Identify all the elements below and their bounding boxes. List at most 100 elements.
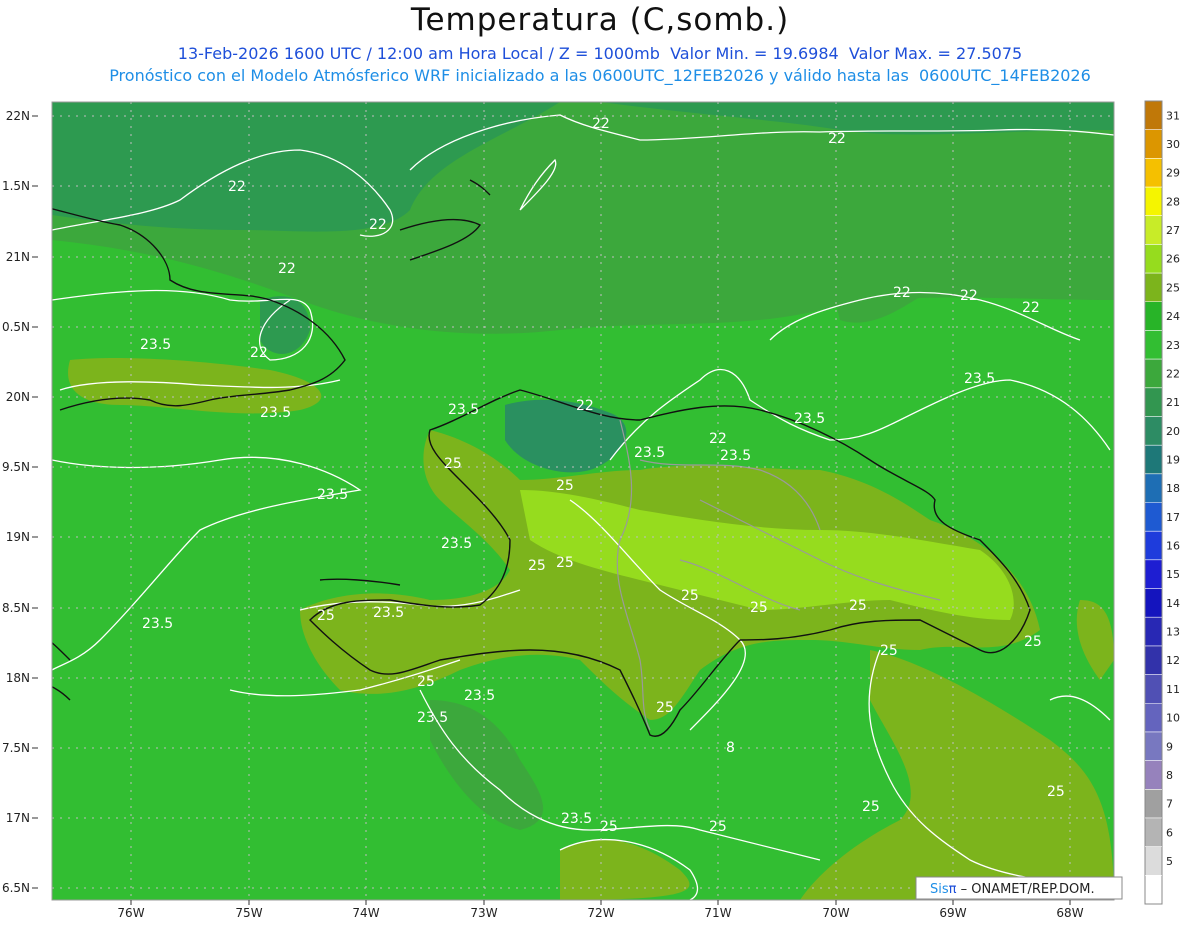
lat-label: 20N: [6, 390, 30, 404]
lat-label: 7.5N: [2, 741, 30, 755]
colorbar-label: 5: [1166, 855, 1173, 868]
colorbar-label: 23: [1166, 339, 1180, 352]
contour-label: 25: [1024, 634, 1042, 650]
contour-label: 22: [709, 431, 727, 447]
colorbar-swatch: [1145, 129, 1162, 159]
contour-label: 23.5: [441, 536, 472, 552]
contour-label: 22: [250, 345, 268, 361]
contour-label: 23.5: [561, 811, 592, 827]
contour-label: 23.5: [140, 337, 171, 353]
lat-label: 17N: [6, 811, 30, 825]
contour-label: 25: [417, 674, 435, 690]
contour-label: 25: [556, 555, 574, 571]
lon-label: 74W: [352, 906, 379, 920]
contour-label: 25: [528, 558, 546, 574]
contour-label: 25: [444, 456, 462, 472]
lat-label: 0.5N: [2, 320, 30, 334]
contour-label: 23.5: [142, 616, 173, 632]
colorbar-label: 10: [1166, 712, 1180, 725]
contour-label: 23.5: [317, 487, 348, 503]
contour-label: 25: [1047, 784, 1065, 800]
colorbar-label: 29: [1166, 167, 1180, 180]
contour-label: 25: [656, 700, 674, 716]
colorbar-swatch: [1145, 674, 1162, 704]
colorbar-swatch: [1145, 158, 1162, 188]
colorbar-swatch: [1145, 215, 1162, 245]
colorbar-swatch: [1145, 846, 1162, 876]
contour-label: 23.5: [464, 688, 495, 704]
colorbar-label: 12: [1166, 654, 1180, 667]
colorbar-swatch: [1145, 244, 1162, 274]
contour-label: 25: [880, 643, 898, 659]
lat-label: 1.5N: [2, 179, 30, 193]
lat-label: 21N: [6, 250, 30, 264]
colorbar-label: 16: [1166, 540, 1180, 553]
colorbar-label: 26: [1166, 253, 1180, 266]
contour-label: 25: [681, 588, 699, 604]
contour-label: 22: [369, 217, 387, 233]
credit-pi: π: [949, 882, 957, 897]
contour-label: 23.5: [448, 402, 479, 418]
lat-label: 19N: [6, 530, 30, 544]
colorbar-label: 14: [1166, 597, 1180, 610]
colorbar-swatch: [1145, 416, 1162, 446]
colorbar-label: 17: [1166, 511, 1180, 524]
contour-label: 25: [862, 799, 880, 815]
colorbar-swatch: [1145, 645, 1162, 675]
colorbar-label: 31: [1166, 109, 1180, 122]
lon-label: 76W: [117, 906, 144, 920]
colorbar-swatch: [1145, 559, 1162, 589]
contour-label: 23.5: [634, 445, 665, 461]
colorbar-swatch: [1145, 101, 1162, 130]
colorbar-swatch: [1145, 531, 1162, 560]
contour-label: 22: [960, 288, 978, 304]
lon-label: 75W: [235, 906, 262, 920]
colorbar-label: 9: [1166, 740, 1173, 753]
colorbar-swatch: [1145, 359, 1162, 388]
colorbar-swatch: [1145, 817, 1162, 847]
colorbar-label: 27: [1166, 224, 1180, 237]
contour-label: 23.5: [720, 448, 751, 464]
contour-label: 25: [556, 478, 574, 494]
lat-label: 18N: [6, 671, 30, 685]
colorbar-label: 22: [1166, 367, 1180, 380]
colorbar-label: 11: [1166, 683, 1180, 696]
contour-label: 23.5: [260, 405, 291, 421]
latitude-ticks: [32, 115, 38, 889]
colorbar-label: 18: [1166, 482, 1180, 495]
lon-label: 69W: [939, 906, 966, 920]
credit-org: – ONAMET/REP.DOM.: [956, 882, 1094, 897]
colorbar-swatch: [1145, 301, 1162, 331]
contour-label: 22: [592, 116, 610, 132]
colorbar: 31 30 29 28 27 26 25 24 23 22 21 20 19 18 17 16 15 14 13 12…: [1144, 100, 1180, 905]
contour-label: 22: [1022, 300, 1040, 316]
colorbar-label: 13: [1166, 626, 1180, 639]
colorbar-swatch: [1145, 502, 1162, 532]
contour-label: 23.5: [964, 371, 995, 387]
contour-label: 25: [709, 819, 727, 835]
colorbar-label: 20: [1166, 425, 1180, 438]
contour-label: 25: [750, 600, 768, 616]
colorbar-swatch: [1145, 445, 1162, 474]
colorbar-swatch: [1145, 875, 1162, 904]
colorbar-label: 21: [1166, 396, 1180, 409]
longitude-ticks: [130, 900, 1071, 905]
latitude-labels: 22N 1.5N 21N 0.5N 20N 9.5N 19N 8.5N 18N …: [2, 109, 30, 895]
lon-label: 68W: [1056, 906, 1083, 920]
colorbar-swatch: [1145, 473, 1162, 503]
contour-label: 23.5: [794, 411, 825, 427]
svg-text:Sisπ – ONAMET/REP.DOM.: Sisπ – ONAMET/REP.DOM.: [930, 882, 1095, 897]
contour-label: 23.5: [373, 605, 404, 621]
contour-label: 22: [576, 398, 594, 414]
contour-label: 23.5: [417, 710, 448, 726]
colorbar-label: 30: [1166, 138, 1180, 151]
credit-sis: Sis: [930, 882, 949, 897]
contour-label: 22: [278, 261, 296, 277]
colorbar-label: 6: [1166, 826, 1173, 839]
colorbar-swatch: [1145, 387, 1162, 417]
colorbar-label: 7: [1166, 798, 1173, 811]
contour-label: 25: [600, 819, 618, 835]
temperature-field: 22 22 22 22 22 22 22 22 22 22 22 23.5 23…: [52, 102, 1114, 900]
colorbar-label: 15: [1166, 568, 1180, 581]
colorbar-swatch: [1145, 273, 1162, 302]
